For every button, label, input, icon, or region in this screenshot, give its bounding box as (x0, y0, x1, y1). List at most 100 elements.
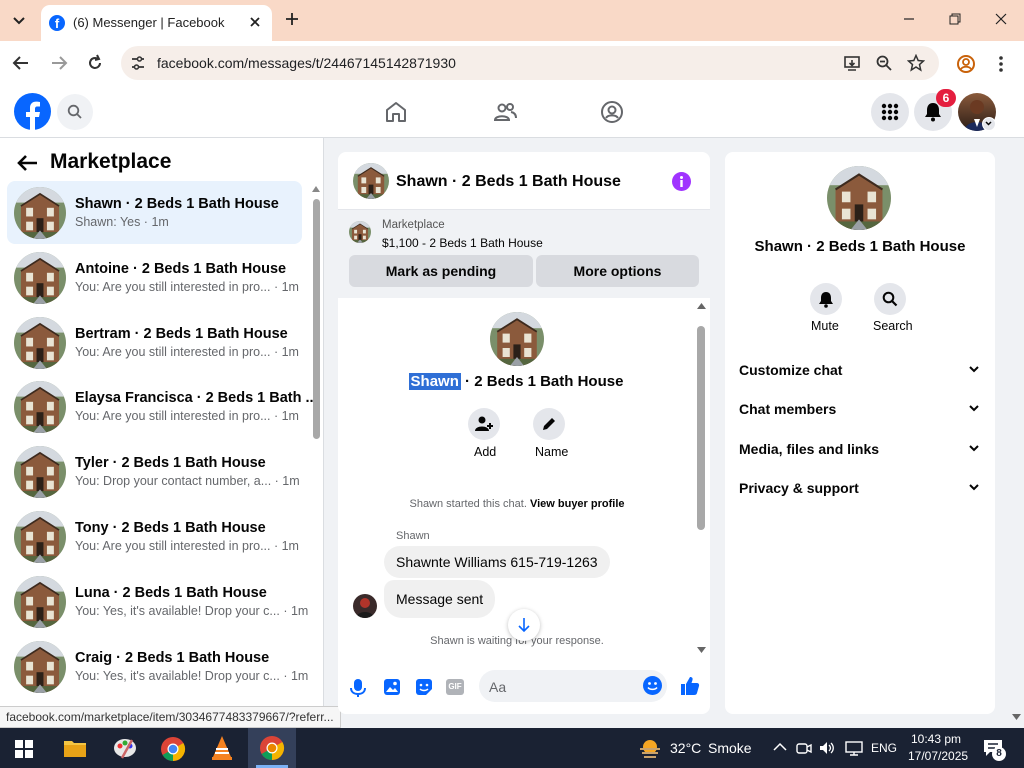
sender-avatar[interactable] (353, 594, 377, 618)
browser-tab[interactable]: f (6) Messenger | Facebook (41, 5, 272, 41)
scroll-up-icon[interactable] (312, 186, 320, 193)
info-title: Shawn · 2 Beds 1 Bath House (754, 238, 966, 255)
conversation-preview: You: Yes, it's available! Drop your c...… (75, 603, 309, 618)
profile-icon[interactable] (956, 54, 976, 74)
conversation-preview: You: Are you still interested in pro... … (75, 344, 299, 359)
groups-icon[interactable] (600, 100, 624, 124)
scroll-to-bottom-arrow-icon[interactable] (508, 609, 540, 641)
conversation-name: Tyler · 2 Beds 1 Bath House (75, 455, 266, 472)
chat-title[interactable]: Shawn · 2 Beds 1 Bath House (396, 173, 621, 191)
menu-grid-icon[interactable] (871, 93, 909, 131)
weather-icon (638, 737, 662, 759)
volume-icon[interactable] (819, 740, 835, 756)
media-files-links-section[interactable]: Media, files and links (739, 441, 979, 457)
gif-icon[interactable]: GIF (446, 679, 464, 695)
listing-title[interactable]: $1,100 - 2 Beds 1 Bath House (382, 236, 543, 250)
chat-scroll-up-icon[interactable] (697, 303, 706, 309)
chat-members-section[interactable]: Chat members (739, 401, 979, 417)
account-chevron-icon[interactable] (982, 117, 996, 131)
chat-scroll-down-icon[interactable] (697, 647, 706, 653)
more-options-button[interactable]: More options (536, 255, 699, 287)
home-icon[interactable] (384, 100, 408, 124)
sidebar-scrollbar[interactable] (313, 199, 320, 439)
close-window-icon[interactable] (994, 12, 1008, 26)
conversation-item[interactable]: Elaysa Francisca · 2 Beds 1 Bath ... You:… (7, 375, 318, 438)
weather-temperature[interactable]: 32°C (670, 740, 701, 756)
conversation-name: Tony · 2 Beds 1 Bath House (75, 520, 266, 536)
paint-app-icon[interactable] (112, 736, 138, 760)
conversation-item[interactable]: Luna · 2 Beds 1 Bath House You: Yes, it's… (7, 570, 308, 633)
customize-chat-section[interactable]: Customize chat (739, 362, 979, 378)
message-bubble[interactable]: Shawnte Williams 615-719-1263 (384, 546, 610, 578)
conversation-item[interactable]: Craig · 2 Beds 1 Bath House You: Yes, it'… (7, 635, 308, 698)
minimize-icon[interactable] (902, 12, 916, 26)
meet-now-icon[interactable] (796, 740, 812, 756)
site-info-icon[interactable] (129, 54, 147, 72)
thumbs-up-icon[interactable] (680, 676, 700, 696)
listing-banner: Marketplace $1,100 - 2 Beds 1 Bath House… (338, 210, 710, 298)
back-arrow-icon[interactable] (17, 154, 39, 172)
clock-date[interactable]: 17/07/2025 (908, 749, 968, 763)
privacy-support-section[interactable]: Privacy & support (739, 480, 979, 496)
conversation-sidebar: Marketplace Shawn · 2 Beds 1 Bath House S… (0, 138, 324, 706)
friends-icon[interactable] (493, 100, 517, 124)
message-input[interactable]: Aa (479, 670, 667, 702)
profile-name: Shawn · 2 Beds 1 Bath House (338, 373, 694, 390)
chat-header-avatar[interactable] (353, 163, 389, 199)
photo-icon[interactable] (383, 678, 401, 696)
bookmark-star-icon[interactable] (907, 54, 925, 72)
conversation-item[interactable]: Antoine · 2 Beds 1 Bath House You: Are yo… (7, 246, 302, 309)
info-icon[interactable] (672, 172, 691, 191)
facebook-logo-icon[interactable] (14, 93, 51, 130)
tab-search-icon[interactable] (9, 10, 29, 30)
conversation-item[interactable]: Bertram · 2 Beds 1 Bath House You: Are yo… (7, 311, 302, 374)
view-buyer-profile-link[interactable]: View buyer profile (530, 498, 625, 510)
language-indicator[interactable]: ENG (871, 741, 897, 755)
network-icon[interactable] (845, 740, 863, 756)
message-bubble[interactable]: Message sent (384, 580, 496, 618)
conversation-name: Elaysa Francisca · 2 Beds 1 Bath ... (75, 390, 318, 407)
chrome-icon[interactable] (160, 736, 186, 762)
chat-scrollbar[interactable] (697, 326, 705, 530)
page-scroll-down-icon[interactable] (1012, 714, 1021, 720)
conversation-preview: You: Yes, it's available! Drop your c...… (75, 668, 309, 683)
windows-start-icon[interactable] (15, 740, 33, 758)
install-app-icon[interactable] (843, 54, 861, 72)
conversation-name: Luna · 2 Beds 1 Bath House (75, 584, 267, 601)
listing-thumbnail[interactable] (349, 221, 371, 243)
vlc-icon[interactable] (211, 735, 233, 761)
windows-taskbar: 32°C Smoke ENG 10:43 pm 17/07/2025 8 (0, 728, 1024, 768)
microphone-icon[interactable] (350, 678, 366, 698)
conversation-item[interactable]: Tyler · 2 Beds 1 Bath House You: Drop you… (7, 440, 302, 503)
sticker-icon[interactable] (415, 678, 433, 696)
conversation-item[interactable]: Shawn · 2 Beds 1 Bath House Shawn: Yes · … (7, 181, 302, 244)
info-avatar[interactable] (827, 166, 891, 230)
emoji-icon[interactable] (643, 676, 662, 695)
browser-menu-icon[interactable] (998, 55, 1004, 73)
new-tab-icon[interactable] (284, 11, 300, 27)
weather-condition[interactable]: Smoke (708, 740, 752, 756)
forward-icon[interactable] (50, 55, 68, 71)
file-explorer-icon[interactable] (63, 738, 87, 758)
restore-icon[interactable] (948, 12, 962, 26)
add-person-icon[interactable] (468, 408, 500, 440)
back-icon[interactable] (12, 55, 30, 71)
fb-search-icon[interactable] (57, 94, 93, 130)
active-chrome-taskbar-item[interactable] (248, 728, 296, 768)
tray-chevron-up-icon[interactable] (773, 742, 787, 752)
mute-bell-icon[interactable] (810, 283, 842, 315)
mark-pending-button[interactable]: Mark as pending (349, 255, 533, 287)
profile-avatar[interactable] (490, 312, 544, 366)
zoom-icon[interactable] (875, 54, 893, 72)
conversation-avatar (14, 316, 66, 369)
search-in-chat-icon[interactable] (874, 283, 906, 315)
reload-icon[interactable] (86, 54, 104, 72)
edit-name-pencil-icon[interactable] (533, 408, 565, 440)
status-url-bar: facebook.com/marketplace/item/3034677483… (0, 706, 341, 728)
conversation-name: Antoine · 2 Beds 1 Bath House (75, 260, 287, 277)
section-label: Customize chat (739, 362, 843, 378)
conversation-item[interactable]: Tony · 2 Beds 1 Bath House You: Are you s… (7, 505, 302, 568)
clock-time[interactable]: 10:43 pm (911, 732, 961, 746)
omnibox[interactable]: facebook.com/messages/t/2446714514287193… (121, 46, 939, 80)
tab-close-icon[interactable] (247, 14, 263, 30)
